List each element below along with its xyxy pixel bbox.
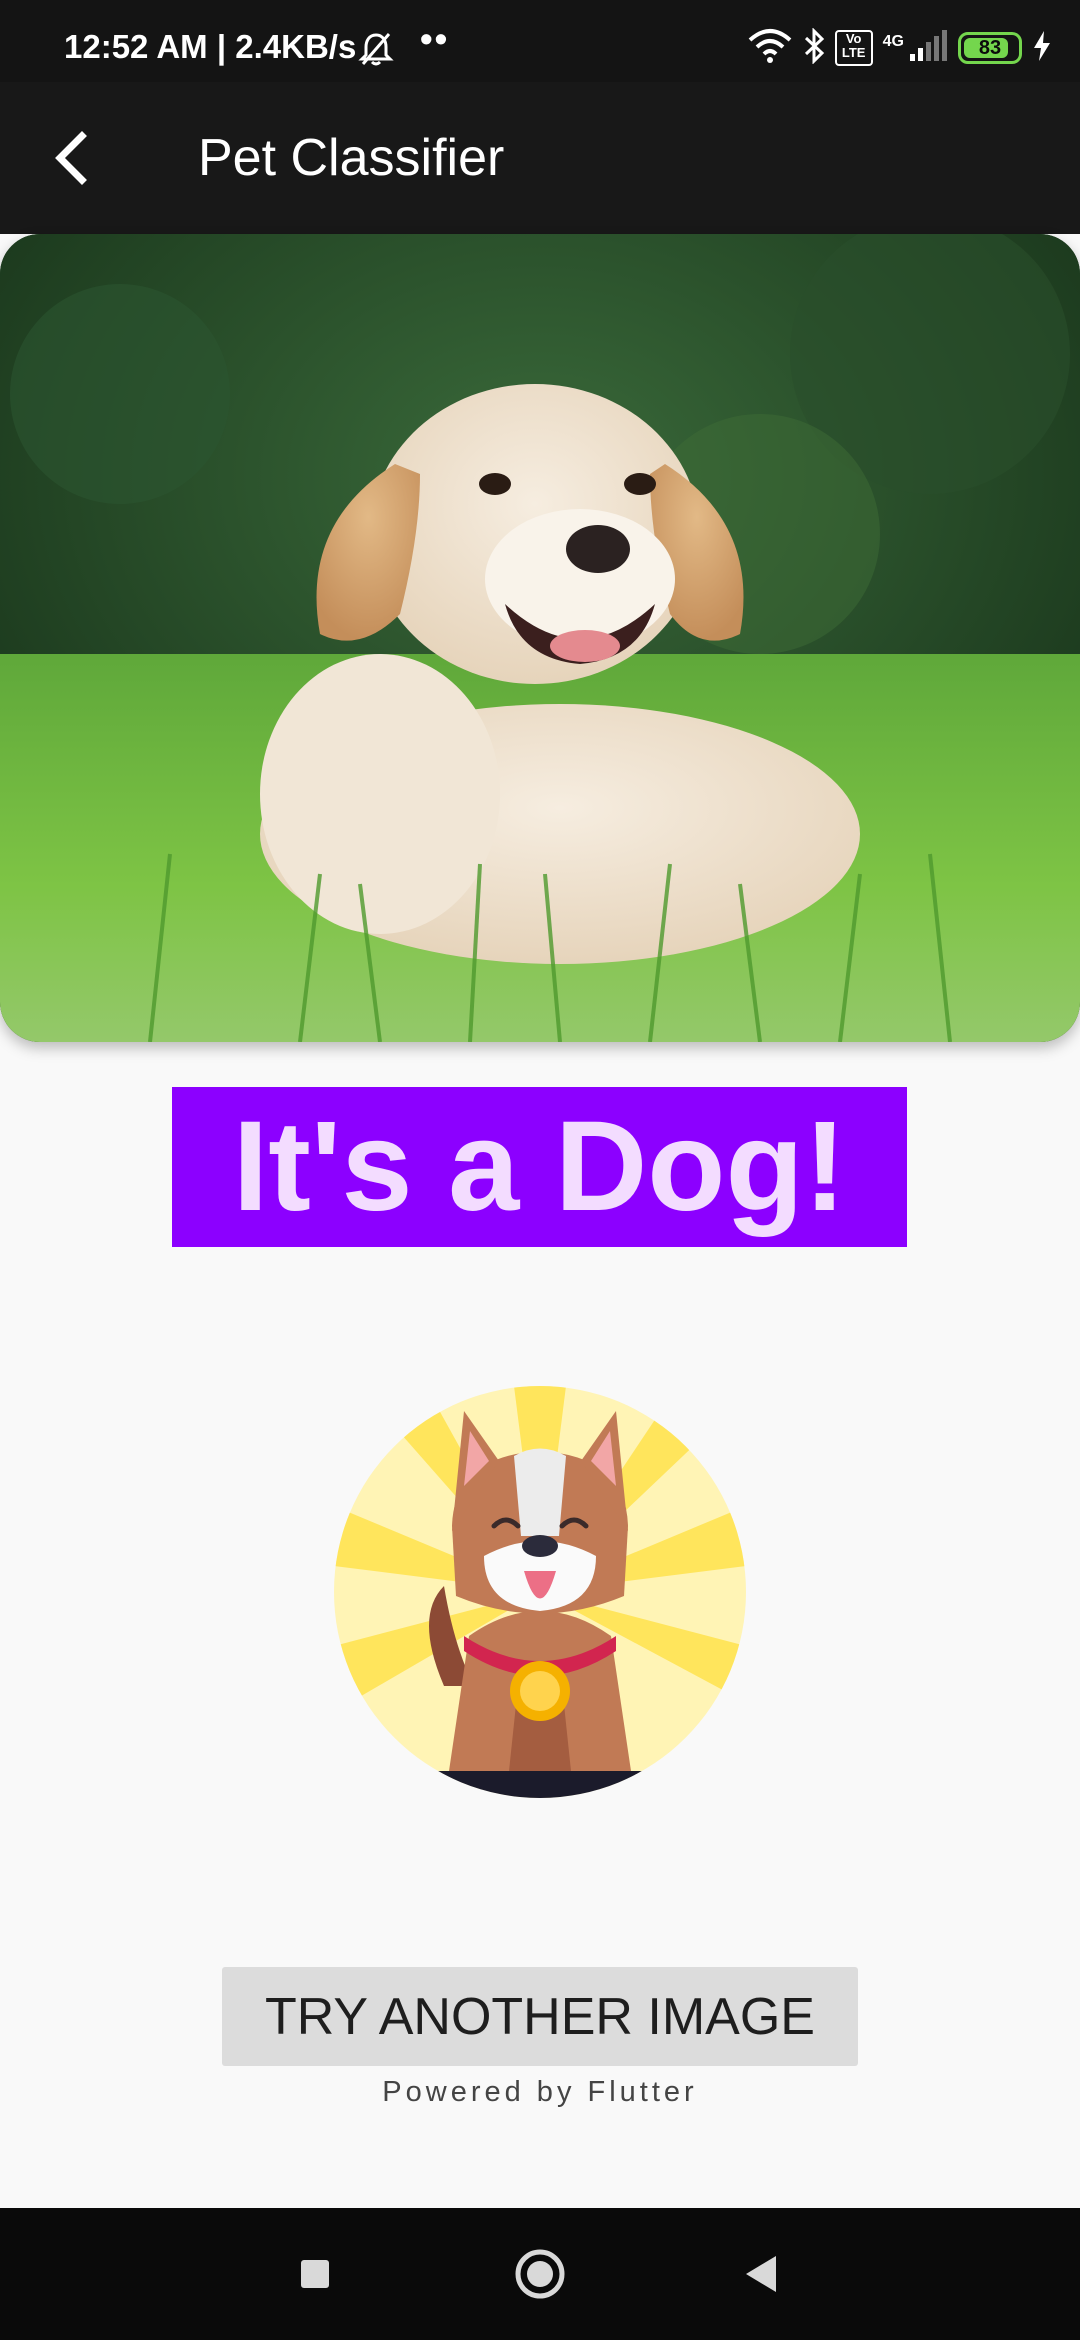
back-button[interactable]: [48, 124, 108, 192]
bluetooth-icon: [803, 26, 825, 69]
notification-dots: ••: [420, 18, 450, 59]
recent-apps-button[interactable]: [283, 2242, 347, 2306]
circle-nav-icon: [515, 2249, 565, 2299]
dog-illustration-icon: [334, 1386, 746, 1798]
triangle-nav-icon: [746, 2256, 776, 2292]
system-nav-bar: [0, 2208, 1080, 2340]
volte-icon: Vo LTE: [834, 30, 873, 66]
mute-icon: [357, 30, 395, 73]
back-arrow-icon: [55, 131, 87, 185]
wifi-icon: [747, 28, 793, 69]
back-nav-button[interactable]: [730, 2242, 794, 2306]
square-nav-icon: [301, 2260, 329, 2288]
signal-icon: [908, 29, 948, 67]
pet-photo: [0, 234, 1080, 1042]
classification-result: It's a Dog!: [172, 1087, 907, 1247]
charging-icon: [1032, 30, 1052, 67]
status-bar: 12:52 AM | 2.4KB/s •• Vo LTE 4G 83: [0, 0, 1080, 82]
signal-network-label: 4G: [882, 33, 904, 50]
try-another-image-button[interactable]: TRY ANOTHER IMAGE: [222, 1967, 858, 2066]
home-button[interactable]: [508, 2242, 572, 2306]
status-time-speed: 12:52 AM | 2.4KB/s: [64, 28, 357, 65]
battery-level: 83: [978, 36, 1002, 59]
app-bar: Pet Classifier: [0, 82, 1080, 234]
battery-icon: 83: [958, 32, 1022, 64]
try-another-image-label: TRY ANOTHER IMAGE: [265, 1987, 815, 2046]
status-icons: Vo LTE 4G 83: [747, 26, 1052, 69]
page-title: Pet Classifier: [198, 129, 505, 187]
powered-by-text: Powered by Flutter: [382, 2076, 698, 2108]
